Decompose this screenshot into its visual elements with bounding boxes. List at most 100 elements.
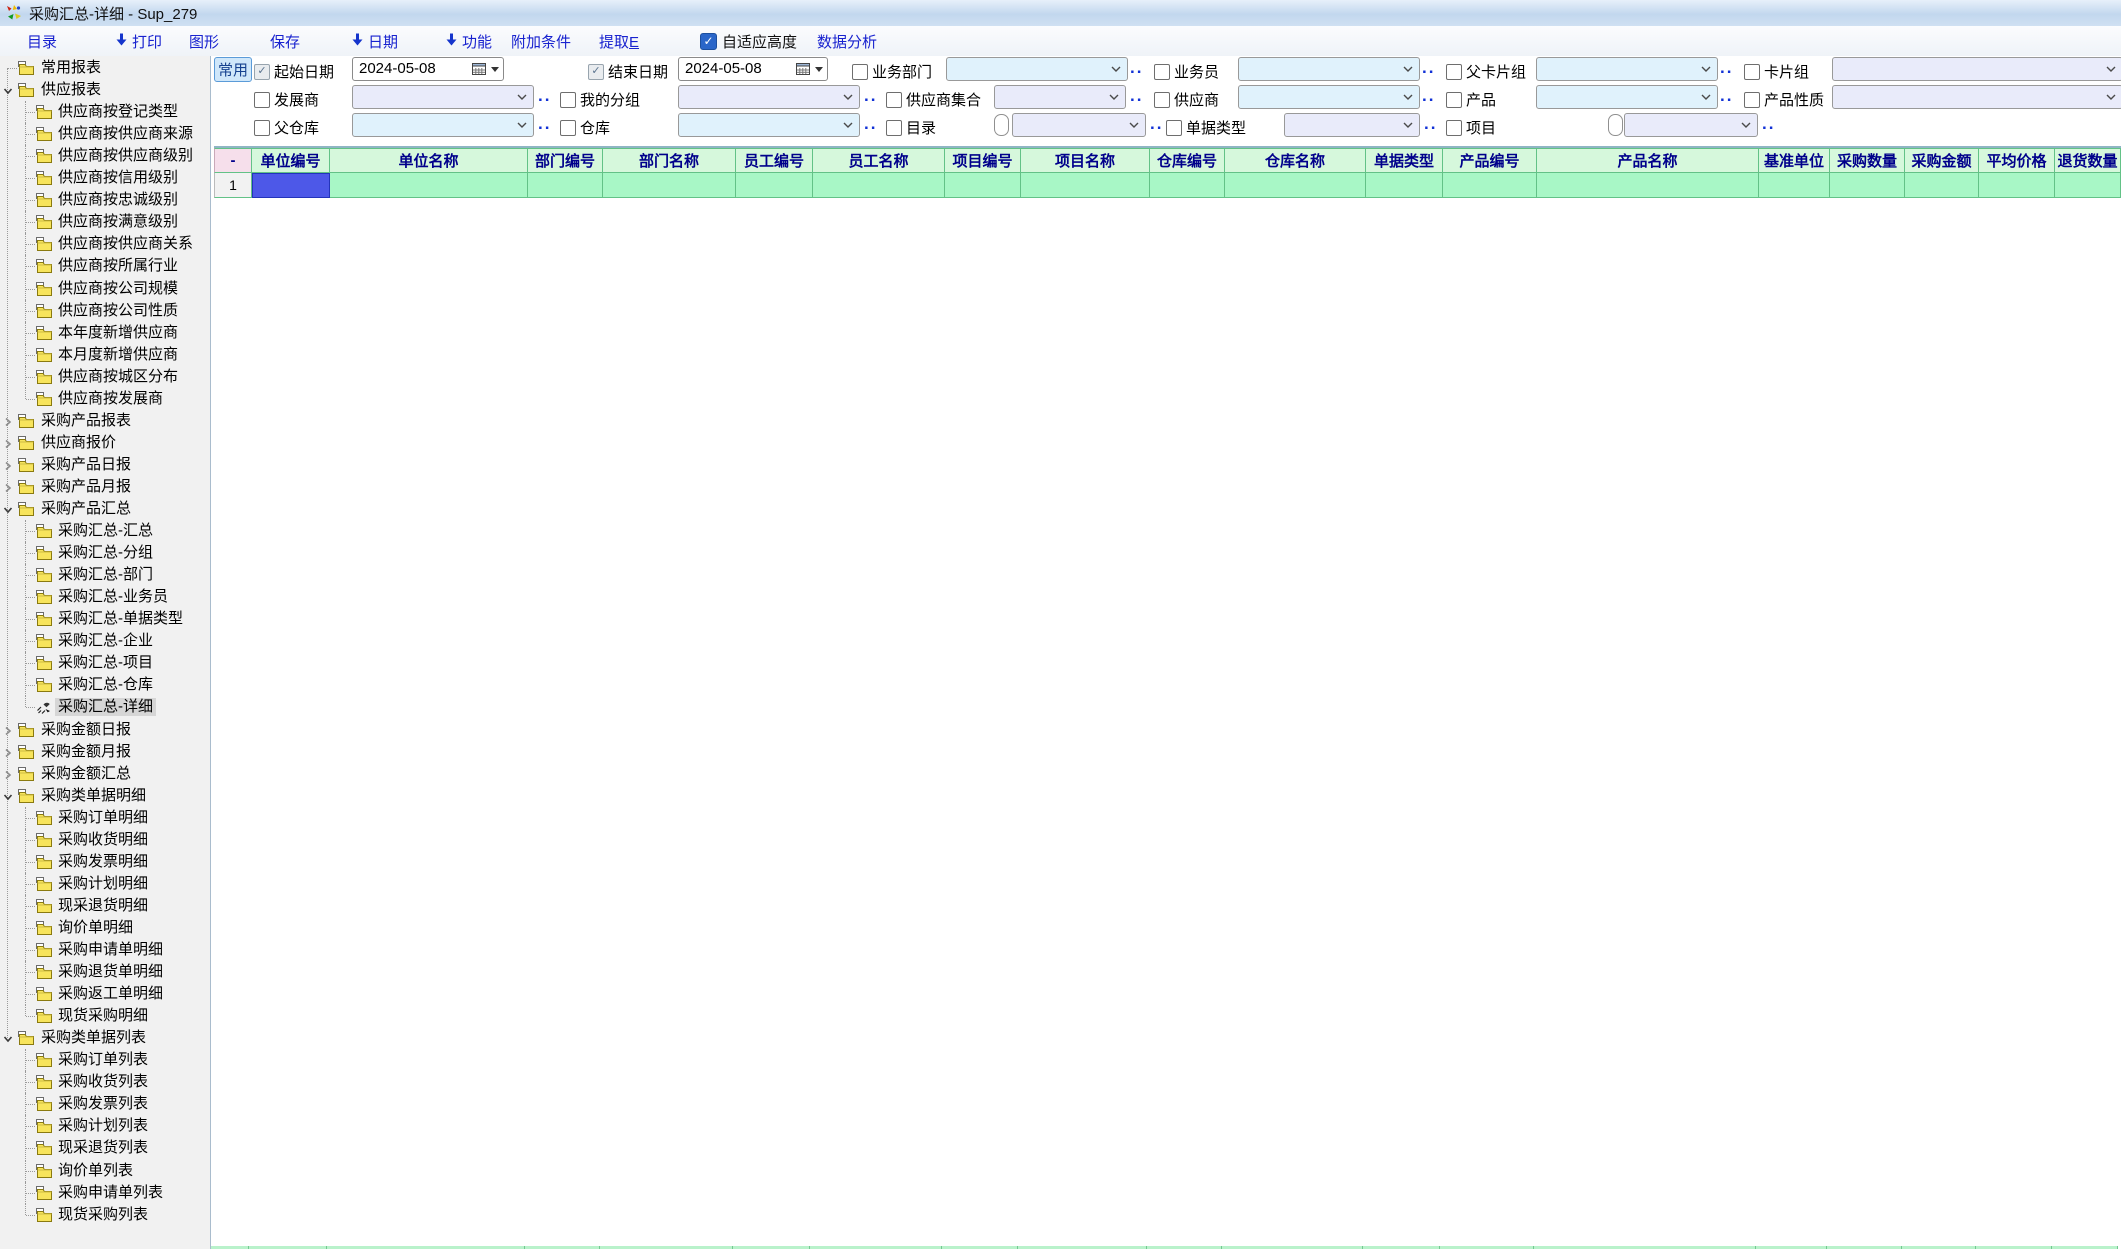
auto-height-checkbox[interactable]: ✓	[700, 33, 717, 50]
tree-item[interactable]: 采购汇总-详细	[0, 696, 208, 718]
small-toggle-button[interactable]	[994, 114, 1009, 136]
chevron-right-icon[interactable]	[2, 437, 14, 449]
column-header[interactable]: 基准单位	[1759, 148, 1830, 173]
combo-chevron-icon[interactable]	[1403, 94, 1413, 100]
tree-item[interactable]: 采购产品汇总	[0, 498, 208, 520]
grid-cell[interactable]	[813, 173, 945, 198]
column-header[interactable]: 单位名称	[330, 148, 528, 173]
column-header[interactable]: 产品编号	[1443, 148, 1537, 173]
tree-item[interactable]: 本月度新增供应商	[0, 344, 208, 366]
checkbox[interactable]	[1166, 120, 1182, 136]
combo-select[interactable]	[1536, 85, 1718, 109]
menu-item[interactable]: 提取E	[599, 26, 639, 56]
checkbox[interactable]	[560, 92, 576, 108]
tree-item[interactable]: 采购汇总-单据类型	[0, 608, 208, 630]
combo-select[interactable]	[1832, 85, 2121, 109]
combo-select[interactable]	[1238, 85, 1420, 109]
grid-cell[interactable]	[1537, 173, 1759, 198]
menu-item[interactable]: 打印	[116, 26, 162, 56]
tree-item[interactable]: 采购计划列表	[0, 1115, 208, 1137]
column-header[interactable]: 退货数量	[2055, 148, 2121, 173]
more-options-button[interactable]: ..	[1422, 89, 1435, 103]
combo-select[interactable]	[352, 113, 534, 137]
tree-item[interactable]: 采购产品月报	[0, 476, 208, 498]
chevron-right-icon[interactable]	[2, 459, 14, 471]
combo-chevron-icon[interactable]	[1741, 122, 1751, 128]
calendar-icon[interactable]	[796, 62, 810, 75]
more-options-button[interactable]: ..	[1422, 61, 1435, 75]
grid-cell[interactable]	[1830, 173, 1905, 198]
column-header[interactable]: 项目编号	[945, 148, 1021, 173]
calendar-icon[interactable]	[472, 62, 486, 75]
grid-cell[interactable]	[1759, 173, 1830, 198]
tree-item[interactable]: 采购金额月报	[0, 741, 208, 763]
column-header[interactable]: -	[214, 148, 252, 173]
tree-item[interactable]: 采购汇总-业务员	[0, 586, 208, 608]
combo-select[interactable]	[1012, 113, 1146, 137]
column-header[interactable]: 产品名称	[1537, 148, 1759, 173]
combo-select[interactable]	[946, 57, 1128, 81]
tree-item[interactable]: 供应商按忠诚级别	[0, 189, 208, 211]
tree-item[interactable]: 本年度新增供应商	[0, 322, 208, 344]
tree-item[interactable]: 采购申请单列表	[0, 1182, 208, 1204]
menu-item[interactable]: 功能	[446, 26, 492, 56]
combo-select[interactable]	[1284, 113, 1420, 137]
column-header[interactable]: 平均价格	[1979, 148, 2055, 173]
combo-chevron-icon[interactable]	[1701, 94, 1711, 100]
menu-item[interactable]: 目录	[27, 26, 57, 56]
tree-item[interactable]: 采购退货单明细	[0, 961, 208, 983]
tree-item[interactable]: 供应商按信用级别	[0, 167, 208, 189]
chevron-right-icon[interactable]	[2, 768, 14, 780]
combo-chevron-icon[interactable]	[1403, 66, 1413, 72]
checkbox[interactable]	[254, 92, 270, 108]
combo-select[interactable]	[1536, 57, 1718, 81]
tree-item[interactable]: 现采退货明细	[0, 895, 208, 917]
column-header[interactable]: 部门名称	[603, 148, 736, 173]
combo-chevron-icon[interactable]	[1403, 122, 1413, 128]
tree-item[interactable]: 供应商按所属行业	[0, 255, 208, 277]
grid-cell[interactable]	[252, 173, 330, 198]
grid-cell[interactable]	[1021, 173, 1150, 198]
tree-item[interactable]: 采购金额日报	[0, 719, 208, 741]
more-options-button[interactable]: ..	[1130, 89, 1143, 103]
checkbox[interactable]	[1446, 120, 1462, 136]
combo-chevron-icon[interactable]	[1111, 66, 1121, 72]
more-options-button[interactable]: ..	[1762, 117, 1775, 131]
tree-item[interactable]: 采购订单明细	[0, 807, 208, 829]
checkbox[interactable]	[886, 120, 902, 136]
tree-item[interactable]: 采购汇总-部门	[0, 564, 208, 586]
checkbox[interactable]	[1446, 64, 1462, 80]
chevron-down-icon[interactable]	[2, 1032, 14, 1044]
grid-cell[interactable]	[1443, 173, 1537, 198]
menu-item[interactable]: 图形	[189, 26, 219, 56]
tree-item[interactable]: 现采退货列表	[0, 1137, 208, 1159]
tree-item[interactable]: 采购产品日报	[0, 454, 208, 476]
grid-cell[interactable]	[1905, 173, 1979, 198]
dropdown-arrow-icon[interactable]	[491, 67, 499, 72]
tree-item[interactable]: 供应商按发展商	[0, 388, 208, 410]
tree-item[interactable]: 采购收货列表	[0, 1071, 208, 1093]
combo-chevron-icon[interactable]	[517, 94, 527, 100]
combo-select[interactable]	[678, 113, 860, 137]
chevron-right-icon[interactable]	[2, 746, 14, 758]
column-header[interactable]: 员工名称	[813, 148, 945, 173]
tree-item[interactable]: 采购汇总-分组	[0, 542, 208, 564]
grid-cell[interactable]	[1366, 173, 1443, 198]
combo-chevron-icon[interactable]	[2106, 94, 2116, 100]
tree-item[interactable]: 供应报表	[0, 79, 208, 101]
grid-cell[interactable]	[1979, 173, 2055, 198]
more-options-button[interactable]: ..	[864, 89, 877, 103]
tree-item[interactable]: 供应商按城区分布	[0, 366, 208, 388]
chevron-down-icon[interactable]	[2, 84, 14, 96]
tree-item[interactable]: 采购订单列表	[0, 1049, 208, 1071]
tree-item[interactable]: 采购返工单明细	[0, 983, 208, 1005]
tree-item[interactable]: 采购汇总-项目	[0, 652, 208, 674]
column-header[interactable]: 单据类型	[1366, 148, 1443, 173]
checkbox[interactable]	[1154, 92, 1170, 108]
column-header[interactable]: 员工编号	[736, 148, 813, 173]
combo-select[interactable]	[352, 85, 534, 109]
grid-cell[interactable]	[1225, 173, 1366, 198]
more-options-button[interactable]: ..	[1720, 61, 1733, 75]
more-options-button[interactable]: ..	[1150, 117, 1163, 131]
grid-cell[interactable]	[603, 173, 736, 198]
